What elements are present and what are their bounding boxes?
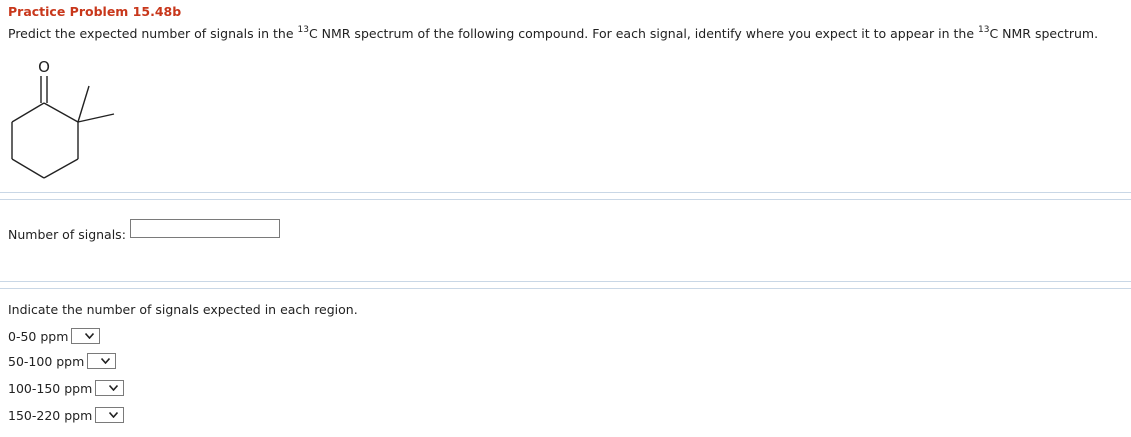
regions-instruction: Indicate the number of signals expected … xyxy=(8,302,358,317)
region-label: 100-150 ppm xyxy=(8,380,93,396)
region-row-150-220: 150-220 ppm xyxy=(8,407,125,423)
oxygen-atom-label: O xyxy=(38,58,50,76)
question-part: C NMR spectrum of the following compound… xyxy=(308,26,978,41)
region-50-100-dropdown[interactable] xyxy=(87,353,117,369)
chevron-down-icon xyxy=(85,333,95,339)
region-100-150-dropdown[interactable] xyxy=(95,380,125,396)
region-0-50-dropdown[interactable] xyxy=(71,328,101,344)
region-row-0-50: 0-50 ppm xyxy=(8,328,101,344)
section-divider xyxy=(0,281,1131,289)
chevron-down-icon xyxy=(101,358,111,364)
number-of-signals-input[interactable] xyxy=(130,219,280,238)
section-divider xyxy=(0,192,1131,200)
question-part: C NMR spectrum. xyxy=(989,26,1099,41)
region-label: 150-220 ppm xyxy=(8,407,93,423)
number-of-signals-label: Number of signals: xyxy=(8,227,126,242)
molecule-structure: O xyxy=(11,58,115,179)
bond-lines xyxy=(11,76,115,179)
superscript-13: 13 xyxy=(297,25,309,35)
region-row-50-100: 50-100 ppm xyxy=(8,353,117,369)
chevron-down-icon xyxy=(109,385,119,391)
question-part: Predict the expected number of signals i… xyxy=(8,26,298,41)
region-label: 50-100 ppm xyxy=(8,353,85,369)
question-text: Predict the expected number of signals i… xyxy=(8,25,1099,42)
region-row-100-150: 100-150 ppm xyxy=(8,380,125,396)
problem-title: Practice Problem 15.48b xyxy=(8,4,182,19)
chevron-down-icon xyxy=(109,412,119,418)
region-150-220-dropdown[interactable] xyxy=(95,407,125,423)
superscript-13: 13 xyxy=(978,25,990,35)
region-label: 0-50 ppm xyxy=(8,328,69,344)
